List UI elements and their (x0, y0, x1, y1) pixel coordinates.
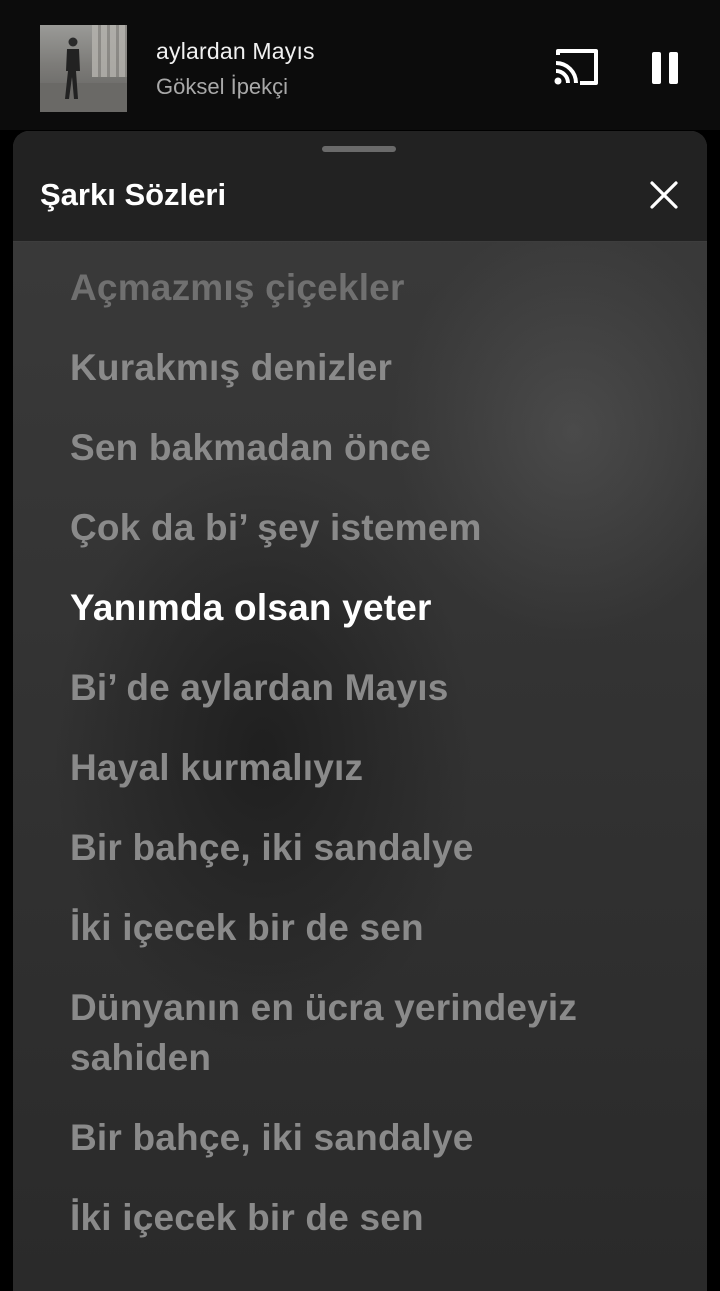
album-art-figure (65, 37, 80, 99)
drag-handle[interactable] (322, 146, 396, 152)
album-art-building (92, 25, 127, 77)
pause-icon (652, 52, 661, 84)
lyric-line: Açmazmış çiçekler (70, 267, 405, 308)
close-icon (650, 181, 678, 209)
lyric-line: Bir bahçe, iki sandalye (70, 1117, 474, 1158)
lyrics-sheet-title: Şarkı Sözleri (40, 177, 227, 212)
song-artist[interactable]: Göksel İpekçi (156, 74, 288, 100)
lyric-line: İki içecek bir de sen (70, 1197, 424, 1238)
pause-icon-bar (669, 52, 678, 84)
lyric-line-active: Yanımda olsan yeter (70, 587, 432, 628)
lyric-line: İki içecek bir de sen (70, 907, 424, 948)
close-button[interactable] (646, 177, 682, 213)
lyric-line: Çok da bi’ şey istemem (70, 507, 482, 548)
lyric-line: Hayal kurmalıyız (70, 747, 364, 788)
lyrics-list[interactable]: Açmazmış çiçekler Kurakmış denizler Sen … (70, 263, 670, 1273)
lyrics-sheet-header: Şarkı Sözleri (13, 131, 707, 242)
lyric-line: Bir bahçe, iki sandalye (70, 827, 474, 868)
cast-button[interactable] (552, 47, 602, 89)
album-art[interactable] (40, 25, 127, 112)
lyrics-sheet: Şarkı Sözleri Açmazmış çiçekler Kurakmış… (13, 131, 707, 1291)
pause-button[interactable] (645, 48, 685, 90)
lyric-line: Bi’ de aylardan Mayıs (70, 667, 449, 708)
lyric-line: Dünyanın en ücra yerindeyiz sahiden (70, 987, 578, 1078)
song-title[interactable]: aylardan Mayıs (156, 38, 315, 65)
lyric-line: Kurakmış denizler (70, 347, 393, 388)
lyric-line: Sen bakmadan önce (70, 427, 432, 468)
mini-player[interactable]: aylardan Mayıs Göksel İpekçi (0, 0, 720, 130)
cast-icon (554, 49, 598, 85)
